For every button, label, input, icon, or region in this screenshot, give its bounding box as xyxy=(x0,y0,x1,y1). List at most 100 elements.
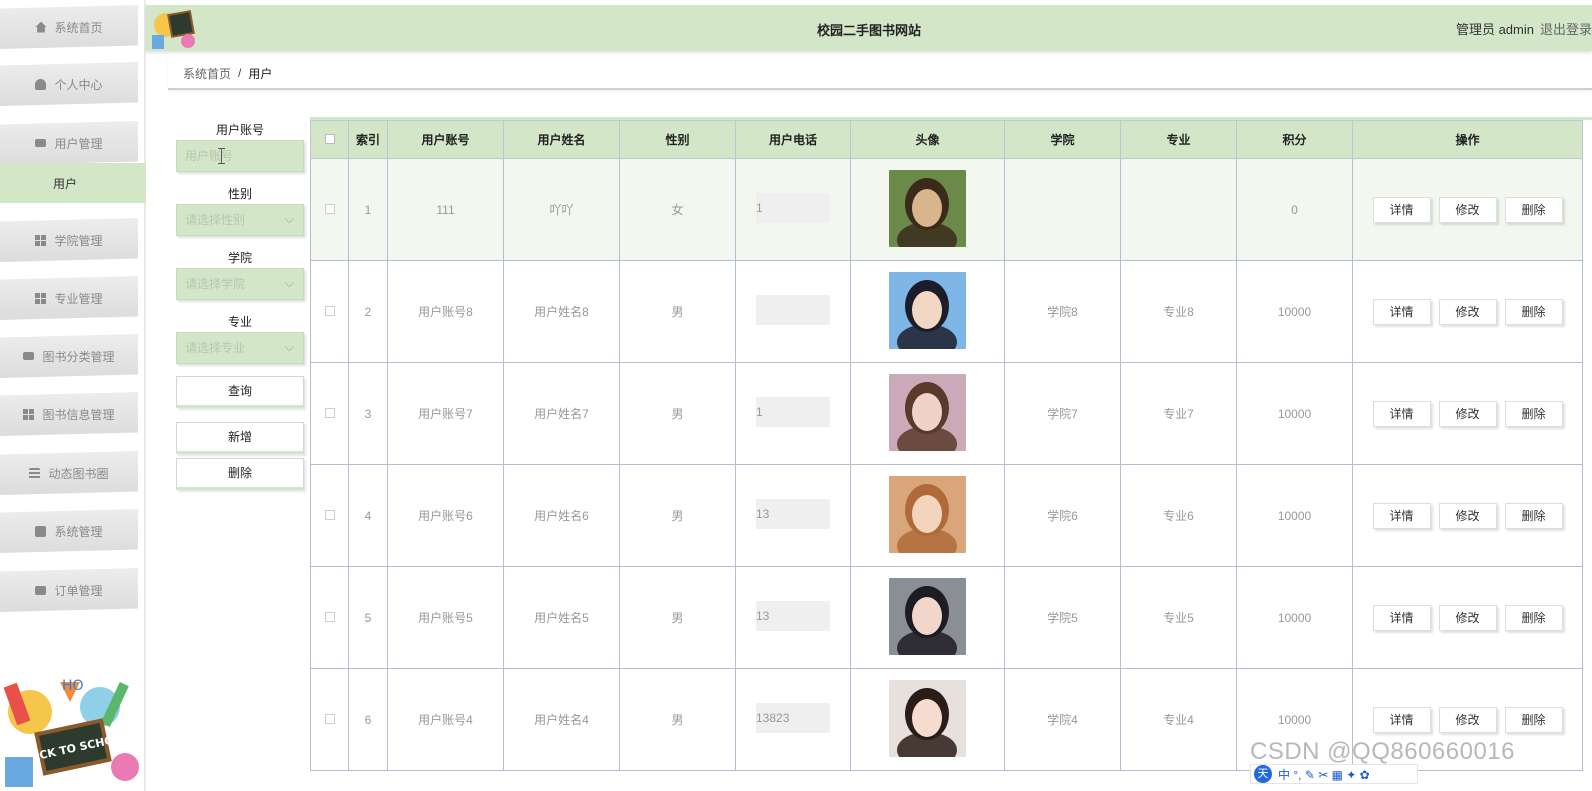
table-row[interactable]: 4 用户账号6 用户姓名6 男 13 学院6 专业6 10000 详情 修改 删除 xyxy=(310,464,1583,567)
cell-index: 6 xyxy=(348,668,388,771)
cell-avatar xyxy=(850,668,1005,771)
account-search-input[interactable]: 用户账号 xyxy=(176,140,304,172)
ime-toolbar[interactable]: 天 中 °, ✎ ✂ ▦ ✦ ✿ xyxy=(1250,764,1418,784)
delete-button[interactable]: 删除 xyxy=(1504,706,1563,733)
sidebar-item-orders[interactable]: 订单管理 xyxy=(0,568,138,612)
column-header: 专业 xyxy=(1120,120,1237,159)
table-row[interactable]: 5 用户账号5 用户姓名5 男 13 学院5 专业5 10000 详情 修改 删除 xyxy=(310,566,1583,669)
row-checkbox[interactable] xyxy=(324,203,335,214)
sidebar-subitem-user[interactable]: 用户 xyxy=(0,163,146,203)
row-checkbox[interactable] xyxy=(324,509,335,520)
gender-placeholder: 请选择性别 xyxy=(185,213,246,227)
avatar-image xyxy=(889,373,966,462)
detail-button[interactable]: 详情 xyxy=(1372,400,1431,427)
edit-button[interactable]: 修改 xyxy=(1438,400,1497,427)
column-header: 学院 xyxy=(1004,120,1121,159)
select-all-checkbox[interactable] xyxy=(324,133,335,144)
select-all-cell[interactable] xyxy=(310,120,349,159)
sidebar-item-college[interactable]: 学院管理 xyxy=(0,218,138,262)
row-checkbox-cell[interactable] xyxy=(310,362,349,465)
delete-button[interactable]: 删除 xyxy=(1504,196,1563,223)
detail-button[interactable]: 详情 xyxy=(1372,196,1431,223)
sidebar-item-book-info[interactable]: 图书信息管理 xyxy=(0,392,138,436)
edit-button[interactable]: 修改 xyxy=(1438,502,1497,529)
cell-college: 学院4 xyxy=(1004,668,1121,771)
table-row[interactable]: 3 用户账号7 用户姓名7 男 1 学院7 专业7 10000 详情 修改 删除 xyxy=(310,362,1583,465)
sidebar-item-label: 系统管理 xyxy=(54,524,103,539)
delete-button[interactable]: 删除 xyxy=(1504,604,1563,631)
user-icon xyxy=(35,78,47,90)
sidebar-item-profile[interactable]: 个人中心 xyxy=(0,62,138,106)
sidebar-item-label: 个人中心 xyxy=(54,77,103,92)
row-checkbox-cell[interactable] xyxy=(310,566,349,669)
briefcase-icon xyxy=(35,585,47,595)
cell-gender: 男 xyxy=(619,362,736,465)
delete-button[interactable]: 删除 xyxy=(1504,400,1563,427)
row-checkbox[interactable] xyxy=(324,407,335,418)
ime-tools[interactable]: 中 °, ✎ ✂ ▦ ✦ ✿ xyxy=(1278,766,1370,783)
detail-button[interactable]: 详情 xyxy=(1372,502,1431,529)
avatar-image xyxy=(889,271,966,360)
back-to-school-logo: HO BACK TO SCHOOL xyxy=(3,678,139,787)
column-header: 用户电话 xyxy=(735,120,851,159)
edit-button[interactable]: 修改 xyxy=(1438,706,1497,733)
cell-college: 学院6 xyxy=(1004,464,1121,567)
add-button[interactable]: 新增 xyxy=(176,422,304,454)
table-row[interactable]: 2 用户账号8 用户姓名8 男 学院8 专业8 10000 详情 修改 删除 xyxy=(310,260,1583,363)
row-checkbox[interactable] xyxy=(324,713,335,724)
table-body: 1 111 吖吖 女 1 0 详情修改删除 2 用户账号8 用户姓名8 男 xyxy=(310,158,1583,771)
cell-major: 专业6 xyxy=(1120,464,1237,567)
sidebar-item-major[interactable]: 专业管理 xyxy=(0,276,138,320)
cell-account: 用户账号7 xyxy=(387,362,504,465)
sidebar-item-book-circle[interactable]: 动态图书圈 xyxy=(0,451,138,495)
edit-button[interactable]: 修改 xyxy=(1438,604,1497,631)
cell-avatar xyxy=(850,362,1005,465)
avatar-image xyxy=(889,169,966,258)
sidebar-item-home[interactable]: 系统首页 xyxy=(0,5,138,49)
edit-button[interactable]: 修改 xyxy=(1438,196,1497,223)
cell-avatar xyxy=(850,260,1005,363)
ime-logo-icon[interactable]: 天 xyxy=(1254,765,1272,783)
sidebar-item-system[interactable]: 系统管理 xyxy=(0,509,138,553)
major-select[interactable]: 请选择专业 xyxy=(176,332,304,364)
sidebar-item-book-category[interactable]: 图书分类管理 xyxy=(0,334,138,378)
sidebar-item-label: 学院管理 xyxy=(54,233,103,248)
detail-button[interactable]: 详情 xyxy=(1372,706,1431,733)
query-button[interactable]: 查询 xyxy=(176,376,304,408)
breadcrumb-home[interactable]: 系统首页 xyxy=(183,65,231,82)
detail-button[interactable]: 详情 xyxy=(1372,604,1431,631)
grid-icon xyxy=(35,234,47,246)
cell-name: 用户姓名5 xyxy=(503,566,620,669)
phone-blur-mask: 13 xyxy=(756,601,830,631)
row-checkbox[interactable] xyxy=(324,611,335,622)
top-header: 校园二手图书网站 管理员 admin 退出登录 xyxy=(146,5,1592,51)
column-header: 用户姓名 xyxy=(503,120,620,159)
gender-select[interactable]: 请选择性别 xyxy=(176,204,304,236)
home-icon xyxy=(35,21,47,33)
table-header-row: 索引 用户账号 用户姓名 性别 用户电话 头像 学院 专业 积分 操作 xyxy=(310,120,1583,159)
row-checkbox-cell[interactable] xyxy=(310,158,349,261)
delete-button[interactable]: 删除 xyxy=(1504,298,1563,325)
college-select[interactable]: 请选择学院 xyxy=(176,268,304,300)
gender-label: 性别 xyxy=(227,187,252,201)
phone-visible-digits: 1 xyxy=(756,405,763,419)
sidebar-item-label: 图书信息管理 xyxy=(42,407,115,422)
cell-avatar xyxy=(850,464,1005,567)
row-checkbox-cell[interactable] xyxy=(310,464,349,567)
sidebar-item-label: 动态图书圈 xyxy=(48,466,109,481)
row-checkbox-cell[interactable] xyxy=(310,260,349,363)
delete-button[interactable]: 删除 xyxy=(1504,502,1563,529)
edit-button[interactable]: 修改 xyxy=(1438,298,1497,325)
logout-link[interactable]: 退出登录 xyxy=(1540,19,1592,38)
detail-button[interactable]: 详情 xyxy=(1372,298,1431,325)
phone-blur-mask: 1 xyxy=(756,193,830,223)
row-checkbox-cell[interactable] xyxy=(310,668,349,771)
sidebar-item-user-management[interactable]: 用户管理 xyxy=(0,121,138,165)
sidebar-item-label: 系统首页 xyxy=(54,20,103,35)
cell-name: 用户姓名8 xyxy=(503,260,620,363)
row-checkbox[interactable] xyxy=(324,305,335,316)
batch-delete-button[interactable]: 删除 xyxy=(176,458,304,490)
cell-name: 用户姓名7 xyxy=(503,362,620,465)
table-row[interactable]: 1 111 吖吖 女 1 0 详情 修改 删除 xyxy=(310,158,1583,261)
cell-account: 用户账号6 xyxy=(387,464,504,567)
